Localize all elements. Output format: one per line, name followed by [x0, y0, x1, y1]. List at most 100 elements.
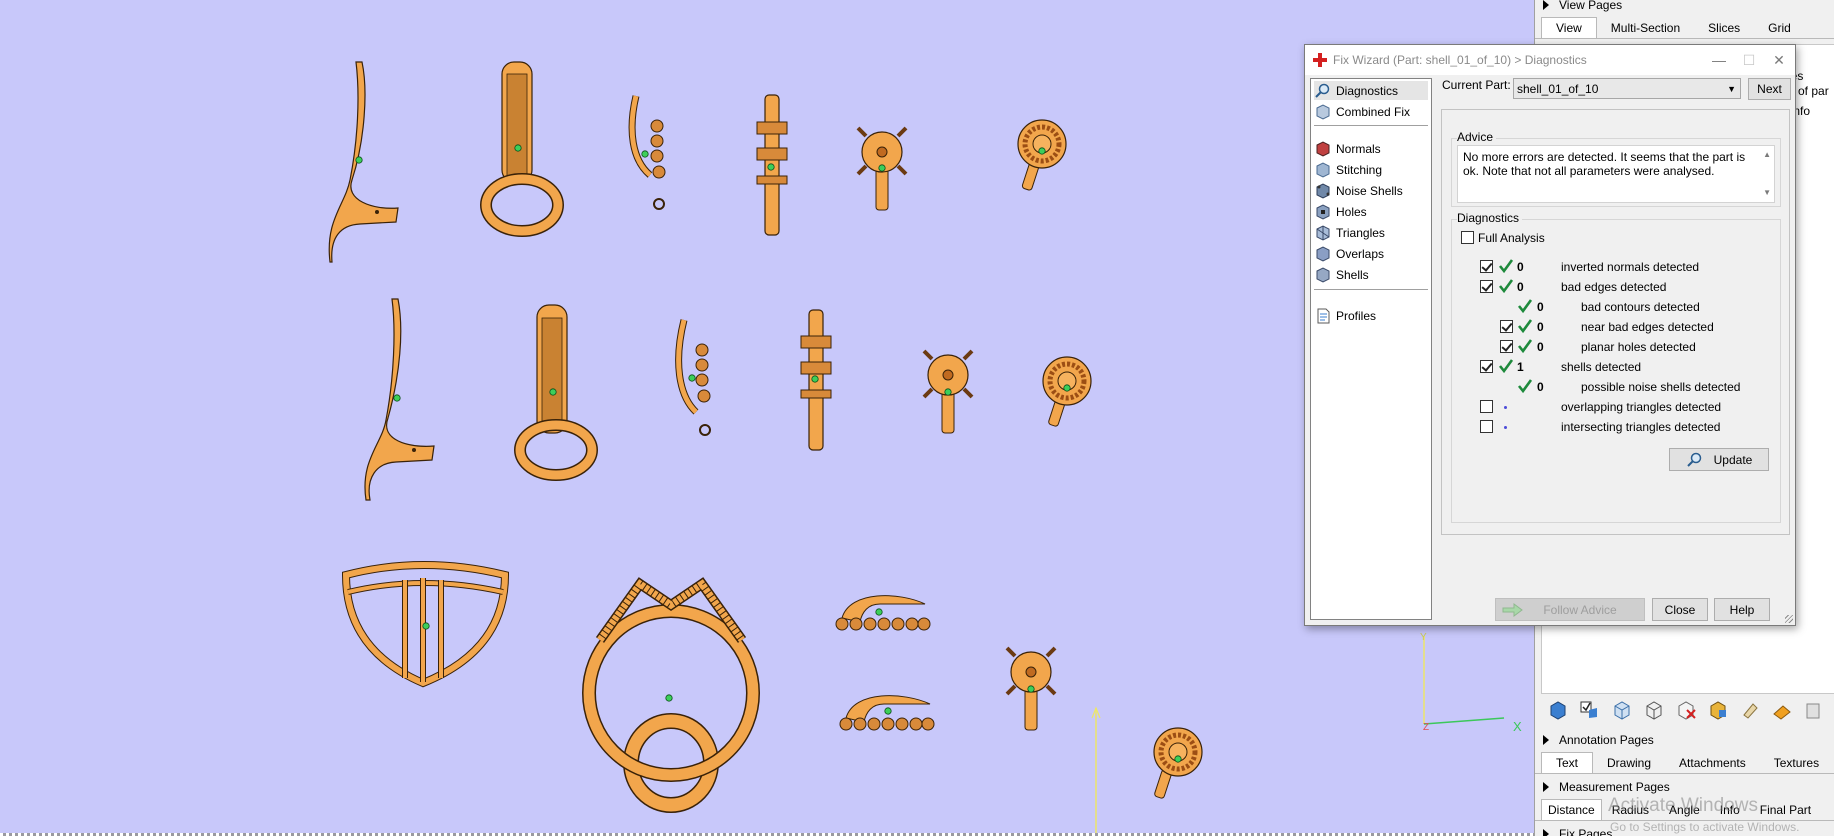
overlapping-triangles-checkbox[interactable] [1480, 400, 1493, 413]
follow-advice-button[interactable]: Follow Advice [1495, 598, 1645, 621]
part-bar-cluster[interactable] [835, 595, 931, 631]
resize-grip[interactable] [1785, 615, 1793, 623]
cube-icon[interactable] [1545, 698, 1571, 722]
tab-slices[interactable]: Slices [1694, 17, 1754, 38]
part-pin-bar-2[interactable] [800, 309, 832, 451]
nav-combined-fix[interactable]: Combined Fix [1314, 102, 1428, 121]
ok-check-icon [1498, 259, 1514, 274]
current-part-value: shell_01_of_10 [1517, 81, 1599, 96]
planar-holes-checkbox[interactable] [1500, 340, 1513, 353]
measurement-pages-header[interactable]: Measurement Pages [1535, 778, 1834, 795]
nav-label: Profiles [1336, 308, 1377, 323]
nav-label: Normals [1336, 141, 1381, 156]
part-prong-setting[interactable] [856, 126, 908, 211]
part-ring[interactable] [582, 577, 760, 813]
delete-part-icon[interactable] [1673, 698, 1699, 722]
part-prong-setting-2[interactable] [922, 349, 974, 434]
part-loop-clasp[interactable] [480, 61, 564, 237]
part-prong-setting-3[interactable] [1005, 646, 1057, 731]
nav-overlaps[interactable]: Overlaps [1314, 244, 1428, 263]
tab-view[interactable]: View [1541, 17, 1597, 38]
nav-label: Combined Fix [1336, 104, 1411, 119]
expand-triangle-icon [1543, 0, 1549, 10]
help-button[interactable]: Help [1714, 598, 1770, 621]
part-pin-bar[interactable] [756, 94, 788, 236]
part-halo-pendant-2[interactable] [1042, 356, 1092, 427]
nav-divider [1314, 125, 1428, 126]
scroll-down-icon[interactable]: ▼ [1763, 186, 1771, 200]
planar-holes-count: 0 [1537, 340, 1544, 354]
annotation-pages-header[interactable]: Annotation Pages [1535, 731, 1834, 748]
annotate-icon[interactable] [1737, 698, 1763, 722]
part-bar-cluster-2[interactable] [839, 695, 935, 731]
select-checkbox-icon[interactable] [1577, 698, 1603, 722]
tab-attachments[interactable]: Attachments [1665, 752, 1760, 773]
bad-contours-text: bad contours detected [1581, 300, 1700, 314]
nav-holes[interactable]: Holes [1314, 202, 1428, 221]
more-tools-icon[interactable] [1801, 698, 1827, 722]
annotation-tabs: Text Drawing Attachments Textures [1535, 752, 1834, 774]
current-part-select[interactable]: shell_01_of_10 ▼ [1513, 78, 1741, 99]
part-hook-2[interactable] [364, 298, 435, 501]
part-hook[interactable] [328, 61, 399, 263]
pending-dot-icon [1504, 426, 1507, 429]
part-chain-hook-2[interactable] [675, 319, 711, 436]
view-pages-header[interactable]: View Pages [1535, 0, 1834, 13]
tab-final-part[interactable]: Final Part [1750, 799, 1821, 820]
bad-edges-text: bad edges detected [1561, 280, 1667, 294]
tab-multi-section[interactable]: Multi-Section [1597, 17, 1694, 38]
nav-noise-shells[interactable]: Noise Shells [1314, 181, 1428, 200]
bad-edges-checkbox[interactable] [1480, 280, 1493, 293]
scroll-up-icon[interactable]: ▲ [1763, 148, 1771, 162]
minimize-icon[interactable]: — [1709, 51, 1729, 69]
paint-icon[interactable] [1769, 698, 1795, 722]
part-halo-pendant-3[interactable] [1153, 727, 1203, 799]
tab-text[interactable]: Text [1541, 752, 1594, 773]
shells-text: shells detected [1561, 360, 1642, 374]
nav-normals[interactable]: Normals [1314, 139, 1428, 158]
fix-pages-label: Fix Pages [1559, 826, 1613, 836]
part-chain-hook[interactable] [628, 95, 666, 210]
intersecting-triangles-checkbox[interactable] [1480, 420, 1493, 433]
fix-nav-list: Diagnostics Combined Fix Normals Stitchi… [1310, 78, 1432, 620]
part-halo-pendant[interactable] [1017, 119, 1067, 191]
near-bad-edges-count: 0 [1537, 320, 1544, 334]
expand-triangle-icon [1543, 781, 1549, 792]
nav-profiles[interactable]: Profiles [1314, 306, 1428, 325]
shells-checkbox[interactable] [1480, 360, 1493, 373]
part-basket-frame[interactable] [341, 561, 510, 688]
advice-text: No more errors are detected. It seems th… [1463, 150, 1746, 178]
nav-triangles[interactable]: Triangles [1314, 223, 1428, 242]
tab-drawing[interactable]: Drawing [1593, 752, 1665, 773]
cube-outline-icon[interactable] [1609, 698, 1635, 722]
nav-stitching[interactable]: Stitching [1314, 160, 1428, 179]
near-bad-edges-checkbox[interactable] [1500, 320, 1513, 333]
update-button[interactable]: Update [1669, 448, 1769, 471]
next-button[interactable]: Next [1748, 78, 1791, 100]
cube-wireframe-icon[interactable] [1641, 698, 1667, 722]
color-cube-icon[interactable] [1705, 698, 1731, 722]
bad-contours-count: 0 [1537, 300, 1544, 314]
close-icon[interactable]: ✕ [1769, 51, 1789, 69]
nav-diagnostics[interactable]: Diagnostics [1314, 81, 1428, 100]
full-analysis-checkbox[interactable] [1461, 231, 1474, 244]
tab-grid[interactable]: Grid [1754, 17, 1805, 38]
tab-textures[interactable]: Textures [1760, 752, 1833, 773]
tab-distance[interactable]: Distance [1541, 799, 1602, 820]
stitching-cube-icon [1316, 161, 1330, 178]
ok-check-icon [1517, 299, 1533, 314]
inverted-normals-count: 0 [1517, 260, 1524, 274]
nav-shells[interactable]: Shells [1314, 265, 1428, 284]
near-bad-edges-text: near bad edges detected [1581, 320, 1714, 334]
activate-windows-watermark: Activate Windows [1608, 795, 1758, 816]
ok-check-icon [1498, 359, 1514, 374]
part-loop-clasp-2[interactable] [514, 304, 598, 481]
advice-text-box: No more errors are detected. It seems th… [1457, 145, 1775, 203]
inverted-normals-checkbox[interactable] [1480, 260, 1493, 273]
ok-check-icon [1498, 279, 1514, 294]
full-analysis-option[interactable]: Full Analysis [1461, 229, 1545, 246]
app-cross-icon [1313, 53, 1327, 67]
close-button[interactable]: Close [1652, 598, 1708, 621]
fix-wizard-dialog: Fix Wizard (Part: shell_01_of_10) > Diag… [1304, 44, 1796, 626]
svg-text:Y: Y [1420, 632, 1427, 643]
